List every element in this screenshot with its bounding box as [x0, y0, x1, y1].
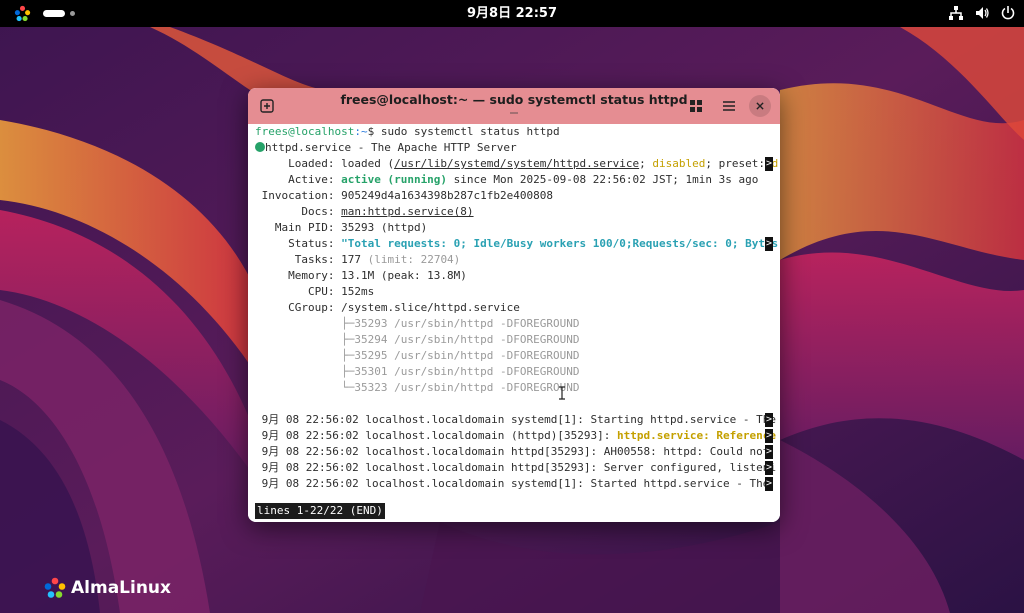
text-cursor-icon: [559, 386, 565, 400]
main-menu-button[interactable]: [717, 94, 741, 118]
truncation-marker: >: [765, 461, 773, 475]
close-icon: [756, 102, 764, 110]
process-line: ├─35293 /usr/sbin/httpd -DFOREGROUND: [255, 317, 580, 330]
pager-status-bar: lines 1-22/22 (END): [255, 503, 385, 519]
window-title: frees@localhost:~ — sudo systemctl statu…: [340, 92, 688, 107]
tab-overview-icon: [690, 100, 702, 112]
log-line: 9月 08 22:56:02 localhost.localdomain (ht…: [255, 429, 776, 442]
title-subtitle-dash: [510, 112, 518, 114]
truncation-marker: >: [765, 477, 773, 491]
brand-name: AlmaLinux: [71, 578, 171, 598]
system-tray[interactable]: [948, 5, 1016, 22]
invocation-line: Invocation: 905249d4a1634398b287c1fb2e40…: [255, 189, 554, 202]
process-line: └─35323 /usr/sbin/httpd -DFOREGROUND: [255, 381, 580, 394]
log-line: 9月 08 22:56:02 localhost.localdomain htt…: [255, 445, 776, 458]
log-line: 9月 08 22:56:02 localhost.localdomain sys…: [255, 477, 776, 490]
log-line: 9月 08 22:56:02 localhost.localdomain htt…: [255, 461, 776, 474]
truncation-marker: >: [765, 445, 773, 459]
power-icon: [1001, 6, 1015, 20]
cgroup-line: CGroup: /system.slice/httpd.service: [255, 301, 520, 314]
process-line: ├─35294 /usr/sbin/httpd -DFOREGROUND: [255, 333, 580, 346]
loaded-line: Loaded: loaded (/usr/lib/systemd/system/…: [255, 157, 779, 170]
close-button[interactable]: [749, 95, 771, 117]
truncation-marker: >: [765, 237, 773, 251]
memory-line: Memory: 13.1M (peak: 13.8M): [255, 269, 467, 282]
prompt-line: frees@localhost:~$ sudo systemctl status…: [255, 125, 560, 138]
cpu-line: CPU: 152ms: [255, 285, 375, 298]
new-tab-button[interactable]: [255, 94, 279, 118]
status-dot-icon: [255, 142, 265, 152]
log-line: 9月 08 22:56:02 localhost.localdomain sys…: [255, 413, 776, 426]
activities-pill-icon[interactable]: [43, 10, 65, 17]
active-line: Active: active (running) since Mon 2025-…: [255, 173, 759, 186]
service-line: httpd.service - The Apache HTTP Server: [255, 140, 517, 156]
docs-line: Docs: man:httpd.service(8): [255, 205, 474, 218]
status-line: Status: "Total requests: 0; Idle/Busy wo…: [255, 237, 779, 250]
command-text: sudo systemctl status httpd: [380, 125, 560, 138]
top-bar: 9月8日 22:57: [0, 0, 1024, 27]
new-tab-icon: [260, 99, 274, 113]
clock[interactable]: 9月8日 22:57: [0, 0, 1024, 27]
workspace-dot-icon[interactable]: [70, 11, 75, 16]
process-line: ├─35295 /usr/sbin/httpd -DFOREGROUND: [255, 349, 580, 362]
network-icon: [949, 6, 963, 20]
pid-line: Main PID: 35293 (httpd): [255, 221, 428, 234]
truncation-marker: >: [765, 413, 773, 427]
window-titlebar[interactable]: frees@localhost:~ — sudo systemctl statu…: [248, 88, 780, 124]
hamburger-menu-icon: [723, 101, 735, 111]
truncation-marker: >: [765, 157, 773, 171]
almalinux-logo-icon: [44, 577, 66, 598]
terminal-window[interactable]: frees@localhost:~ — sudo systemctl statu…: [248, 88, 780, 522]
tasks-line: Tasks: 177 (limit: 22704): [255, 253, 461, 266]
volume-icon: [976, 7, 989, 19]
process-line: ├─35301 /usr/sbin/httpd -DFOREGROUND: [255, 365, 580, 378]
tab-overview-button[interactable]: [684, 94, 708, 118]
almalinux-logo-icon[interactable]: [14, 5, 31, 22]
terminal-output[interactable]: frees@localhost:~$ sudo systemctl status…: [248, 124, 780, 522]
desktop-brand: AlmaLinux: [44, 576, 171, 600]
truncation-marker: >: [765, 429, 773, 443]
